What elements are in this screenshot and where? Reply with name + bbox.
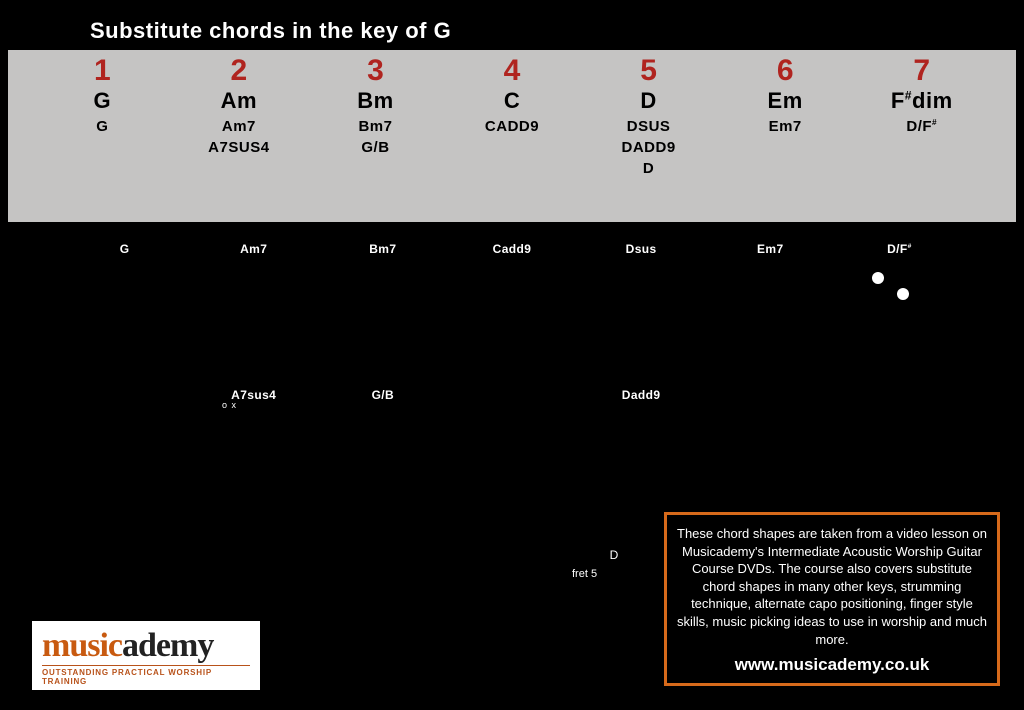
degree-sub-chord: G	[96, 118, 108, 135]
degree-col-2: 2Am Am7 A7SUS4	[171, 56, 308, 156]
degree-col-1: 1GG	[34, 56, 171, 135]
degree-main-chord: C	[504, 88, 520, 114]
degree-number: 7	[913, 56, 930, 86]
degree-main-chord: D	[640, 88, 656, 114]
degree-number: 1	[94, 56, 111, 86]
degree-number: 2	[231, 56, 248, 86]
logo-brand-rest: ademy	[122, 627, 213, 664]
degree-sub-chord: CADD9	[485, 118, 539, 135]
chord-diagram-label: Am7	[189, 242, 318, 256]
degree-main-chord: Em	[768, 88, 803, 114]
degree-col-7: 7F#dim D/F#	[853, 56, 990, 135]
fret-number-label: fret 5	[572, 568, 597, 580]
chord-diagram-row-1: GAm7Bm7Cadd9DsusEm7D/F#	[0, 242, 1024, 256]
page-title: Substitute chords in the key of G	[90, 18, 451, 44]
chord-diagram-label	[835, 388, 964, 402]
chord-diagram-row-2: A7sus4G/B Dadd9	[0, 388, 1024, 402]
degree-main-chord: Bm	[357, 88, 393, 114]
fret-dot	[897, 288, 909, 300]
degree-sub-chord: Em7	[769, 118, 802, 135]
musicademy-logo: musicademy OUTSTANDING PRACTICAL WORSHIP…	[32, 621, 260, 690]
chord-diagram-label: Bm7	[318, 242, 447, 256]
chord-diagram-label: Dsus	[577, 242, 706, 256]
degree-sub-chord: D	[643, 160, 654, 177]
chord-diagram-label: G	[60, 242, 189, 256]
degree-col-6: 6Em Em7	[717, 56, 854, 135]
degree-col-4: 4C CADD9	[444, 56, 581, 135]
degree-sub-chord: A7SUS4	[208, 139, 269, 156]
chord-diagram-label: D/F#	[835, 242, 964, 256]
degree-row: 1GG2AmAm7A7SUS43BmBm7G/B4CCADD95DDSUSDAD…	[8, 50, 1016, 222]
chord-diagram-label	[447, 388, 576, 402]
chord-diagram-label	[706, 388, 835, 402]
degree-sub-chord: G/B	[361, 139, 389, 156]
degree-number: 5	[640, 56, 657, 86]
degree-sub-chord: D/F#	[906, 118, 937, 135]
logo-tagline: OUTSTANDING PRACTICAL WORSHIP TRAINING	[42, 665, 250, 686]
info-box-text: These chord shapes are taken from a vide…	[677, 525, 987, 648]
chord-diagram-label: Em7	[706, 242, 835, 256]
chord-diagram-label: A7sus4	[189, 388, 318, 402]
degree-main-chord: G	[93, 88, 111, 114]
degree-banner: 1GG2AmAm7A7SUS43BmBm7G/B4CCADD95DDSUSDAD…	[8, 50, 1016, 222]
d-chord-label: D	[594, 548, 634, 562]
degree-number: 6	[777, 56, 794, 86]
chord-diagram-label: Dadd9	[577, 388, 706, 402]
string-markers: o x	[222, 400, 237, 410]
logo-brand-accent: music	[42, 627, 122, 664]
degree-number: 3	[367, 56, 384, 86]
degree-col-3: 3Bm Bm7 G/B	[307, 56, 444, 156]
info-box-url: www.musicademy.co.uk	[677, 654, 987, 677]
logo-brand: musicademy	[42, 627, 250, 665]
chord-diagram-label: Cadd9	[447, 242, 576, 256]
degree-main-chord: Am	[221, 88, 257, 114]
degree-col-5: 5DDSUSDADD9D	[580, 56, 717, 177]
fret-dot	[872, 272, 884, 284]
degree-sub-chord: DADD9	[622, 139, 676, 156]
info-box: These chord shapes are taken from a vide…	[664, 512, 1000, 686]
degree-number: 4	[504, 56, 521, 86]
degree-sub-chord: Am7	[222, 118, 256, 135]
degree-sub-chord: Bm7	[358, 118, 392, 135]
chord-diagram-label: G/B	[318, 388, 447, 402]
degree-sub-chord: DSUS	[627, 118, 671, 135]
degree-main-chord: F#dim	[891, 88, 953, 114]
chord-diagram-label	[60, 388, 189, 402]
